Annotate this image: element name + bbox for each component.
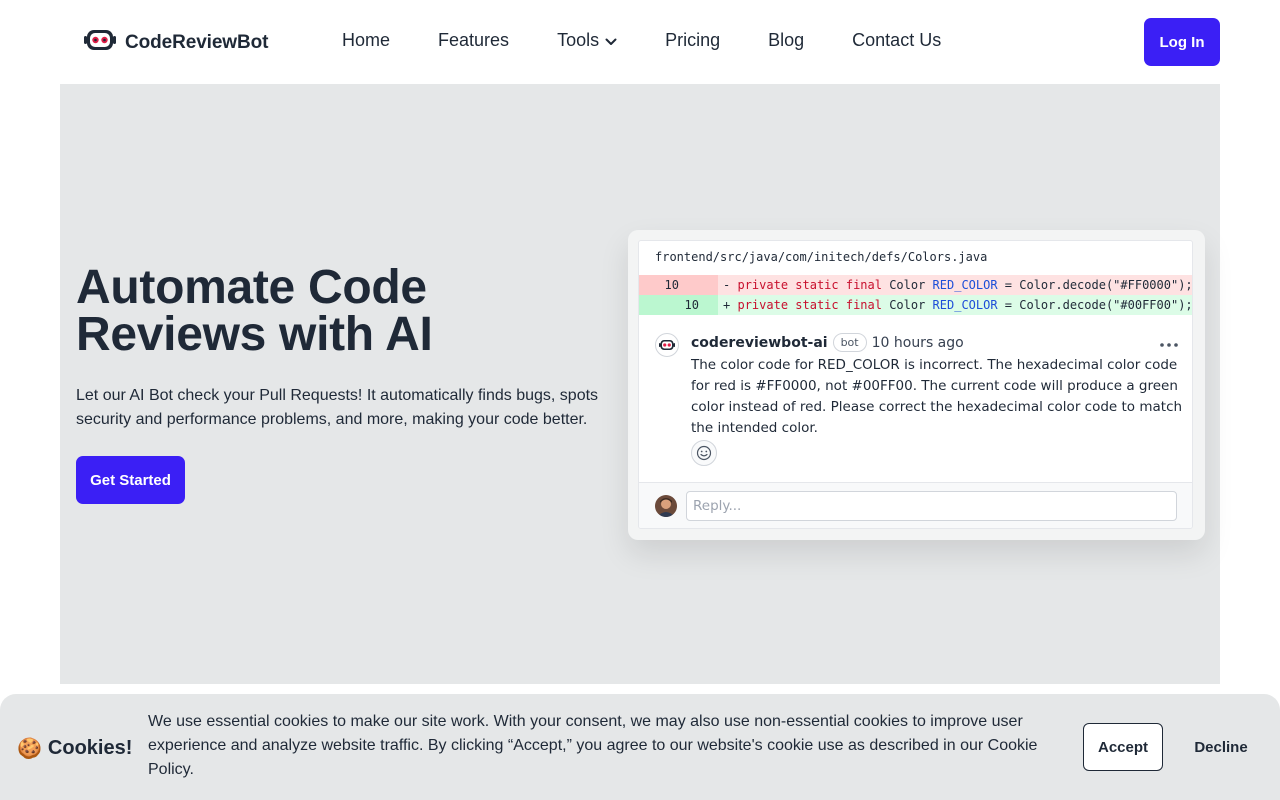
nav-features[interactable]: Features [438, 30, 509, 51]
brand-name: CodeReviewBot [125, 31, 269, 53]
nav-home-label: Home [342, 30, 391, 50]
nav-home[interactable]: Home [342, 30, 390, 51]
new-line-number [659, 275, 699, 295]
code-deleted: - private static final Color RED_COLOR =… [723, 275, 1193, 295]
comment-body: The color code for RED_COLOR is incorrec… [691, 357, 1183, 436]
main-nav: Home Features Tools Pricing Blog Contact… [342, 30, 989, 51]
review-preview: frontend/src/java/com/initech/defs/Color… [628, 230, 1205, 540]
file-path: frontend/src/java/com/initech/defs/Color… [655, 250, 988, 264]
cookie-title-text: Cookies! [47, 737, 133, 759]
comment-timestamp: 10 hours ago [871, 334, 964, 351]
code-type: Color [881, 298, 933, 312]
ellipsis-icon[interactable] [1159, 335, 1179, 353]
login-button[interactable]: Log In [1144, 18, 1220, 66]
site-header: CodeReviewBot Home Features Tools Pricin… [0, 0, 1280, 84]
code-rest: = Color.decode("#00FF00"); [997, 298, 1193, 312]
cookie-title: 🍪 Cookies! [17, 736, 132, 761]
code-type: Color [881, 278, 933, 292]
cookie-text: We use essential cookies to make our sit… [148, 713, 1038, 778]
diff-sign: + [723, 298, 731, 312]
bot-badge: bot [832, 333, 867, 352]
code-added: + private static final Color RED_COLOR =… [723, 295, 1193, 315]
nav-pricing[interactable]: Pricing [665, 30, 720, 51]
reply-row [639, 483, 1192, 528]
review-card: frontend/src/java/com/initech/defs/Color… [638, 240, 1193, 529]
review-comment: codereviewbot-ai bot 10 hours ago The co… [639, 325, 1192, 483]
nav-tools-label: Tools [557, 30, 600, 50]
diff-sign: - [723, 278, 731, 292]
diff-line-added: 10 + private static final Color RED_COLO… [639, 295, 1193, 315]
robot-face-icon [84, 28, 116, 57]
nav-blog-label: Blog [768, 30, 805, 50]
nav-pricing-label: Pricing [665, 30, 721, 50]
accept-button[interactable]: Accept [1083, 723, 1163, 771]
code-keywords: private static final [737, 298, 882, 312]
hero-section: Automate Code Reviews with AI Let our AI… [60, 84, 1220, 684]
code-identifier: RED_COLOR [932, 278, 998, 292]
nav-contact-label: Contact Us [852, 30, 942, 50]
diff-line-deleted: 10 - private static final Color RED_COLO… [639, 275, 1193, 295]
decline-button[interactable]: Decline [1180, 723, 1262, 771]
get-started-button[interactable]: Get Started [76, 456, 185, 504]
cookie-icon: 🍪 [17, 738, 42, 760]
nav-features-label: Features [438, 30, 510, 50]
chevron-down-icon [605, 30, 617, 51]
nav-tools[interactable]: Tools [557, 30, 617, 51]
comment-header: codereviewbot-ai bot 10 hours ago [691, 333, 964, 352]
nav-contact[interactable]: Contact Us [852, 30, 941, 51]
smiley-icon[interactable] [691, 440, 717, 466]
robot-avatar-icon [655, 333, 679, 357]
code-identifier: RED_COLOR [932, 298, 998, 312]
cookie-banner: 🍪 Cookies! We use essential cookies to m… [0, 694, 1280, 800]
code-rest: = Color.decode("#FF0000"); [997, 278, 1193, 292]
new-line-number: 10 [684, 298, 699, 312]
reply-input[interactable] [686, 491, 1177, 521]
hero-title: Automate Code Reviews with AI [76, 261, 433, 361]
hero-subtitle: Let our AI Bot check your Pull Requests!… [76, 387, 599, 428]
code-keywords: private static final [737, 278, 882, 292]
brand-logo[interactable]: CodeReviewBot [84, 28, 268, 57]
comment-author[interactable]: codereviewbot-ai [691, 335, 828, 351]
user-avatar [655, 495, 677, 517]
nav-blog[interactable]: Blog [768, 30, 804, 51]
